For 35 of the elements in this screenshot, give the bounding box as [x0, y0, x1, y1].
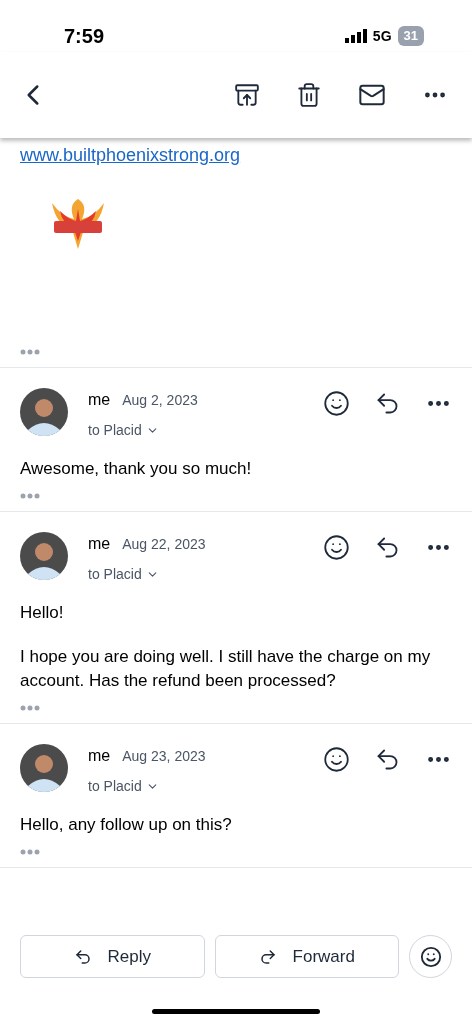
- message-text: Hello, any follow up on this?: [20, 814, 233, 836]
- emoji-reaction-icon[interactable]: [323, 390, 350, 417]
- avatar-icon: [20, 532, 68, 580]
- archive-icon[interactable]: [234, 82, 260, 108]
- forward-icon: [258, 947, 277, 966]
- more-dots-icon[interactable]: [20, 349, 40, 355]
- more-dots-icon[interactable]: [20, 705, 40, 711]
- recipient-toggle[interactable]: to Placid: [88, 776, 159, 797]
- more-dots-icon[interactable]: [20, 493, 40, 499]
- message-text: Awesome, thank you so much!: [20, 458, 253, 480]
- message-date: Aug 2, 2023: [122, 391, 198, 410]
- sender-name: me: [88, 390, 111, 410]
- delete-icon[interactable]: [296, 82, 322, 108]
- forward-button[interactable]: Forward: [214, 935, 399, 978]
- message-date: Aug 23, 2023: [122, 747, 206, 766]
- network-label: 5G: [372, 26, 392, 46]
- smiley-icon: [419, 945, 442, 968]
- recipient-toggle[interactable]: to Placid: [88, 420, 159, 441]
- emoji-reaction-icon[interactable]: [323, 534, 350, 561]
- message-text: I hope you are doing well. I still have the charge on my account. Has the refund been processed?: [20, 646, 432, 692]
- emoji-reaction-icon[interactable]: [323, 746, 350, 773]
- recipient-toggle[interactable]: to Placid: [88, 564, 159, 585]
- sender-name: me: [88, 534, 111, 554]
- avatar-icon: [20, 388, 68, 436]
- signal-icon: [344, 29, 367, 43]
- message-text: Hello!: [20, 602, 65, 624]
- website-link[interactable]: www.builtphoenixstrong.org: [20, 145, 241, 165]
- status-time: 7:59: [64, 24, 105, 49]
- reply-button[interactable]: Reply: [20, 935, 205, 978]
- avatar-icon: [20, 744, 68, 792]
- sender-name: me: [88, 746, 111, 766]
- reply-icon: [73, 947, 92, 966]
- message-date: Aug 22, 2023: [122, 535, 206, 554]
- battery-indicator: 31: [397, 26, 424, 46]
- more-dots-icon[interactable]: [20, 849, 40, 855]
